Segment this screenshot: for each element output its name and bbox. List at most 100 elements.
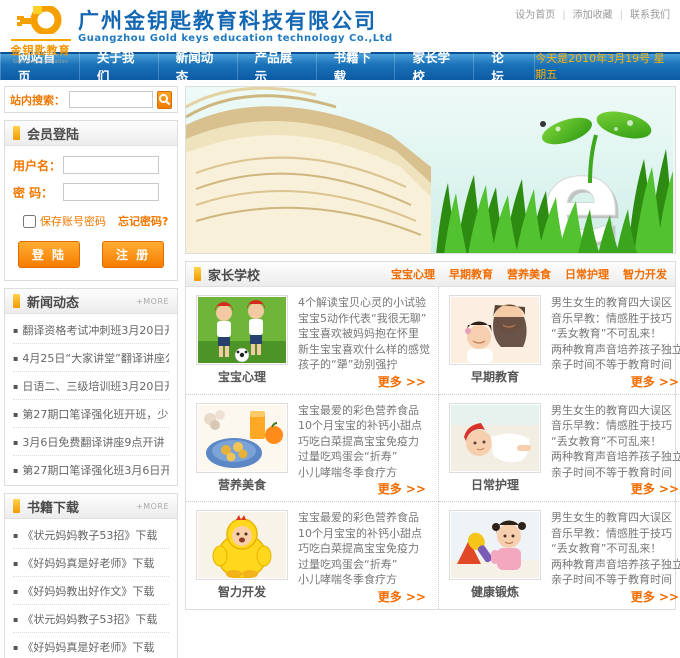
- news-item[interactable]: 4月25日“大家讲堂”翻译讲座公告: [13, 344, 169, 372]
- books-panel-header: 书籍下载 +MORE: [5, 494, 177, 519]
- username-label: 用户名：: [13, 157, 63, 174]
- article-link[interactable]: “丢女教育”不可乱来！: [551, 434, 680, 450]
- more-link[interactable]: 更多 >>: [631, 588, 680, 605]
- more-link[interactable]: 更多 >>: [378, 480, 430, 497]
- password-label: 密 码：: [13, 184, 63, 201]
- article-list: 4个解读宝贝心灵的小试验 宝宝5动作代表“我很无聊” 宝宝喜欢被妈妈抱在怀里 新…: [298, 295, 430, 373]
- article-link[interactable]: 新生宝宝喜欢什么样的感觉: [298, 342, 430, 358]
- block-caption[interactable]: 日常护理: [471, 476, 519, 493]
- forgot-password-link[interactable]: 忘记密码?: [118, 213, 168, 229]
- article-link[interactable]: “丢女教育”不可乱来！: [551, 326, 680, 342]
- article-link[interactable]: 小儿哮喘冬季食疗方: [298, 465, 430, 481]
- books-more-link[interactable]: +MORE: [136, 502, 169, 511]
- magnifier-icon: [158, 93, 171, 106]
- news-item[interactable]: 3月6日免费翻译讲座9点开讲: [13, 428, 169, 456]
- parent-school-header: 家长学校 宝宝心理 早期教育 营养美食 日常护理 智力开发: [186, 262, 675, 287]
- photo-daily-care[interactable]: [449, 403, 541, 473]
- book-item[interactable]: 《好妈妈真是好老师》下载: [13, 633, 169, 658]
- article-link[interactable]: 宝宝5动作代表“我很无聊”: [298, 311, 430, 327]
- article-link[interactable]: 亲子时间不等于教育时间: [551, 465, 680, 481]
- content: e e: [185, 86, 676, 658]
- news-item[interactable]: 翻译资格考试冲刺班3月20日开课: [13, 316, 169, 344]
- article-link[interactable]: 男生女生的教育四大误区: [551, 403, 680, 419]
- photo-health-exercise[interactable]: [449, 510, 541, 580]
- article-link[interactable]: 两种教育声音培养孩子独立: [551, 342, 680, 358]
- block-caption[interactable]: 营养美食: [218, 476, 266, 493]
- logo-text-en: Gold keys education: [13, 58, 68, 64]
- nav-item-about[interactable]: 关于我们: [80, 52, 159, 80]
- nav-item-news[interactable]: 新闻动态: [159, 52, 238, 80]
- article-list: 男生女生的教育四大误区 音乐早教：情感胜于技巧 “丢女教育”不可乱来！ 两种教育…: [551, 295, 680, 373]
- article-link[interactable]: 宝宝最爱的彩色营养食品: [298, 403, 430, 419]
- category-intelligence[interactable]: 智力开发: [623, 266, 667, 282]
- nav-item-books[interactable]: 书籍下载: [317, 52, 396, 80]
- block-caption[interactable]: 智力开发: [218, 583, 266, 600]
- search-button[interactable]: [157, 91, 172, 109]
- nav-item-forum[interactable]: 论 坛: [474, 52, 535, 80]
- article-link[interactable]: 4个解读宝贝心灵的小试验: [298, 295, 430, 311]
- article-link[interactable]: 巧吃白菜提高宝宝免疫力: [298, 541, 430, 557]
- login-button[interactable]: 登 陆: [18, 241, 80, 268]
- school-blocks: 宝宝心理 4个解读宝贝心灵的小试验 宝宝5动作代表“我很无聊” 宝宝喜欢被妈妈抱…: [186, 287, 675, 609]
- news-more-link[interactable]: +MORE: [136, 297, 169, 306]
- article-link[interactable]: 过量吃鸡蛋会“折寿”: [298, 557, 430, 573]
- news-item[interactable]: 日语二、三级培训班3月20日开课: [13, 372, 169, 400]
- login-title: 会员登陆: [27, 124, 79, 143]
- article-link[interactable]: 宝宝喜欢被妈妈抱在怀里: [298, 326, 430, 342]
- logo-text-cn: 金钥匙教育: [11, 39, 71, 58]
- book-item[interactable]: 《状元妈妈教子53招》下载: [13, 605, 169, 633]
- remember-checkbox[interactable]: [23, 215, 36, 228]
- article-link[interactable]: 音乐早教：情感胜于技巧: [551, 418, 680, 434]
- company-name-en: Guangzhou Gold keys education technology…: [78, 33, 393, 44]
- photo-intelligence[interactable]: [196, 510, 288, 580]
- book-item[interactable]: 《好妈妈真是好老师》下载: [13, 549, 169, 577]
- article-link[interactable]: 音乐早教：情感胜于技巧: [551, 311, 680, 327]
- article-link[interactable]: 音乐早教：情感胜于技巧: [551, 526, 680, 542]
- block-caption[interactable]: 宝宝心理: [218, 368, 266, 385]
- category-nutrition-food[interactable]: 营养美食: [507, 266, 551, 282]
- top-link-set-homepage[interactable]: 设为首页: [515, 6, 555, 21]
- block-caption[interactable]: 健康锻炼: [471, 583, 519, 600]
- article-link[interactable]: 宝宝最爱的彩色营养食品: [298, 510, 430, 526]
- top-link-add-favorite[interactable]: 添加收藏: [555, 6, 612, 21]
- nav-item-products[interactable]: 产品展示: [238, 52, 317, 80]
- photo-nutrition-food[interactable]: [196, 403, 288, 473]
- article-link[interactable]: 过量吃鸡蛋会“折寿”: [298, 449, 430, 465]
- search-input[interactable]: [69, 91, 153, 108]
- article-link[interactable]: “丢女教育”不可乱来！: [551, 541, 680, 557]
- main-nav: 网站首页 关于我们 新闻动态 产品展示 书籍下载 家长学校 论 坛 今天是201…: [0, 52, 680, 80]
- article-link[interactable]: 两种教育声音培养孩子独立: [551, 557, 680, 573]
- article-link[interactable]: 亲子时间不等于教育时间: [551, 357, 680, 373]
- book-item[interactable]: 《好妈妈教出好作文》下载: [13, 577, 169, 605]
- news-item[interactable]: 第27期口笔译强化班3月6日开课: [13, 456, 169, 483]
- article-link[interactable]: 巧吃白菜提高宝宝免疫力: [298, 434, 430, 450]
- category-baby-psychology[interactable]: 宝宝心理: [391, 266, 435, 282]
- book-item[interactable]: 《状元妈妈教子53招》下载: [13, 521, 169, 549]
- article-link[interactable]: 男生女生的教育四大误区: [551, 295, 680, 311]
- article-link[interactable]: 10个月宝宝的补钙小甜点: [298, 526, 430, 542]
- article-link[interactable]: 亲子时间不等于教育时间: [551, 572, 680, 588]
- username-field[interactable]: [63, 156, 159, 174]
- photo-baby-psychology[interactable]: [196, 295, 288, 365]
- article-link[interactable]: 男生女生的教育四大误区: [551, 510, 680, 526]
- category-daily-care[interactable]: 日常护理: [565, 266, 609, 282]
- article-link[interactable]: 小儿哮喘冬季食疗方: [298, 572, 430, 588]
- article-link[interactable]: 两种教育声音培养孩子独立: [551, 449, 680, 465]
- more-link[interactable]: 更多 >>: [631, 373, 680, 390]
- news-item[interactable]: 第27期口笔译强化班开班，少量名额插班: [13, 400, 169, 428]
- nav-item-parent-school[interactable]: 家长学校: [395, 52, 474, 80]
- more-link[interactable]: 更多 >>: [378, 588, 430, 605]
- more-link[interactable]: 更多 >>: [631, 480, 680, 497]
- password-field[interactable]: [63, 183, 159, 201]
- more-link[interactable]: 更多 >>: [378, 373, 430, 390]
- top-link-contact-us[interactable]: 联系我们: [613, 6, 670, 21]
- register-button[interactable]: 注 册: [102, 241, 164, 268]
- gold-bar-icon: [194, 267, 201, 281]
- block-caption[interactable]: 早期教育: [471, 368, 519, 385]
- logo: 金钥匙教育 Gold keys education: [10, 6, 71, 65]
- photo-early-education[interactable]: [449, 295, 541, 365]
- article-link[interactable]: 10个月宝宝的补钙小甜点: [298, 418, 430, 434]
- banner-image: e e: [185, 86, 676, 254]
- article-link[interactable]: 孩子的“犟”劲别强拧: [298, 357, 430, 373]
- category-early-education[interactable]: 早期教育: [449, 266, 493, 282]
